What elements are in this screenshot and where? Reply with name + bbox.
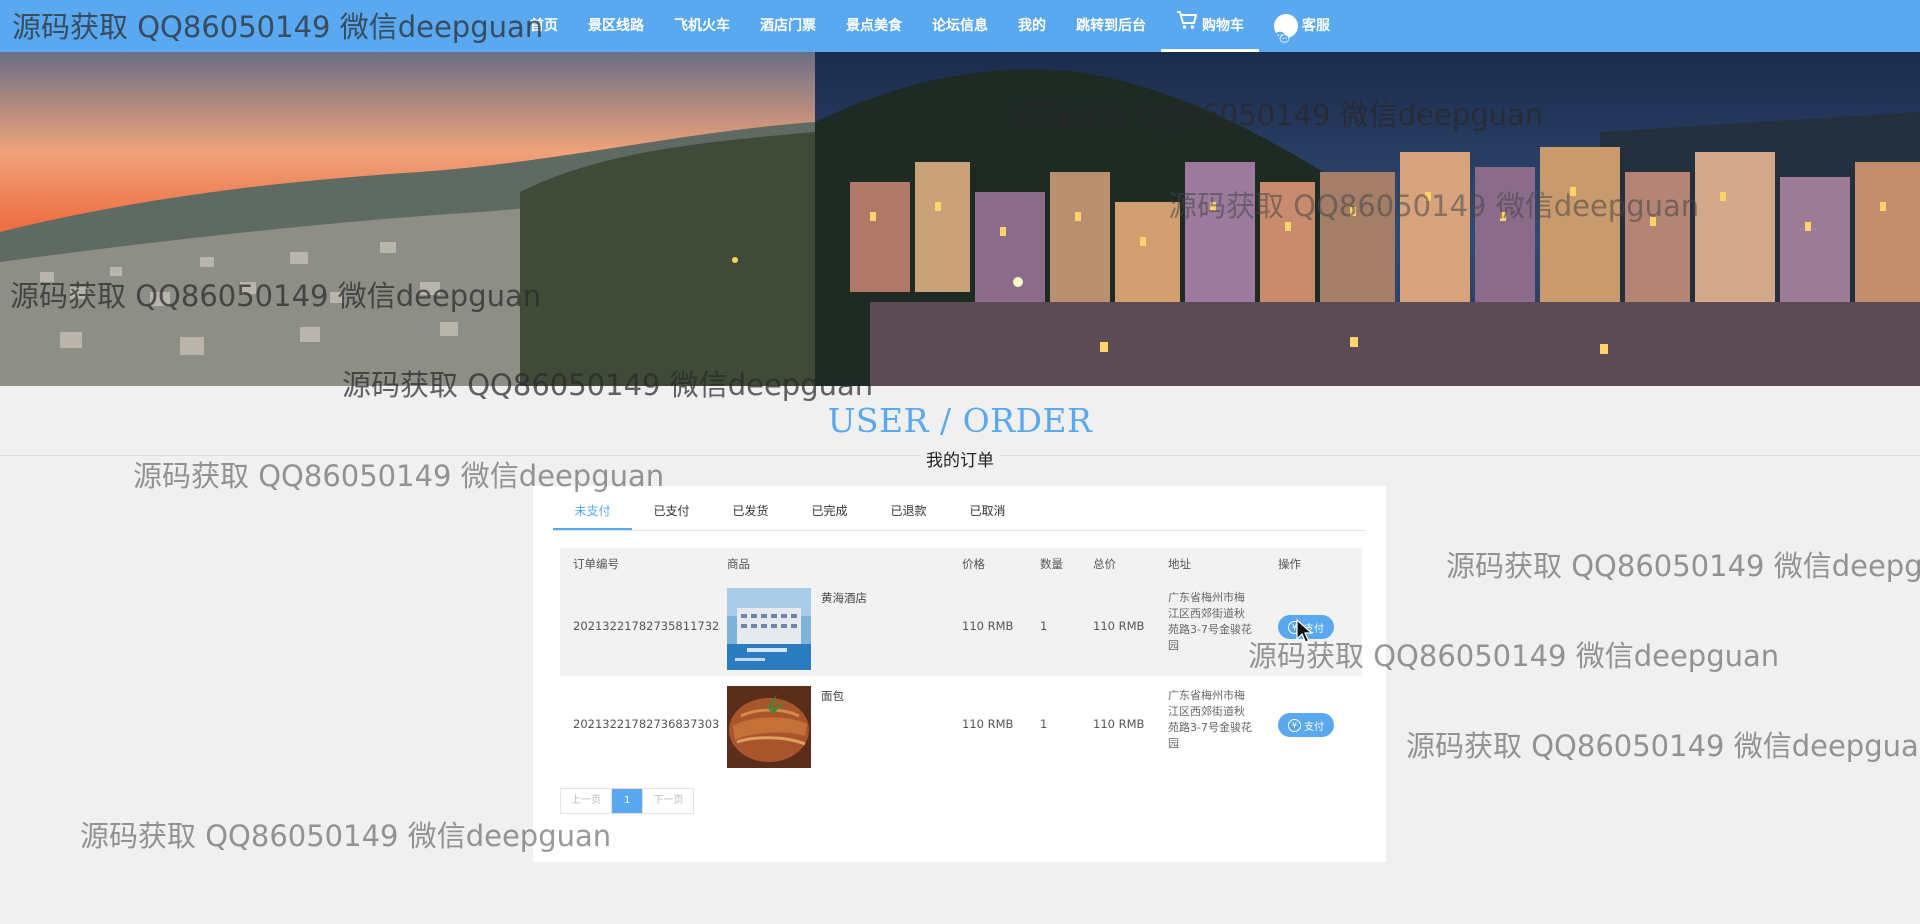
nav-item-label: 客服 [1302,18,1330,34]
order-panel: 未支付 已支付 已发货 已完成 已退款 已取消 订单编号 商品 价格 数量 总价… [533,486,1386,862]
order-table: 订单编号 商品 价格 数量 总价 地址 操作 20213221782735811… [560,548,1362,774]
column-header-goods: 商品 [727,557,750,571]
nav-item-label: 景点美食 [846,18,902,34]
order-number: 20213221782735811732 [573,619,720,633]
banner-image [0,52,1920,386]
nav-item-admin[interactable]: 跳转到后台 [1061,0,1161,52]
nav-item-cart[interactable]: 购物车 [1161,0,1259,52]
top-nav: 首页 景区线路 飞机火车 酒店门票 景点美食 论坛信息 我的 跳转到后台 购物车 [0,0,1920,52]
product-name[interactable]: 面包 [821,688,844,704]
mouse-cursor-icon [1296,619,1314,643]
nav-item-mine[interactable]: 我的 [1003,0,1061,52]
table-row: 20213221782735811732 黄海酒店 110 RMB 1 110 … [560,578,1362,676]
watermark: 源码获取 QQ86050149 微信deepguan [1406,729,1920,763]
product-image[interactable] [727,686,811,768]
quantity: 1 [1040,717,1048,731]
nav-item-forum[interactable]: 论坛信息 [917,0,1003,52]
address: 广东省梅州市梅江区西郊街道秋苑路3-7号金骏花园 [1168,689,1252,750]
current-page-button[interactable]: 1 [611,789,643,813]
yen-icon: ¥ [1288,718,1301,732]
column-header-price: 价格 [962,557,985,571]
pagination: 上一页 1 下一页 [560,788,695,814]
nav-item-label: 跳转到后台 [1076,18,1146,34]
nav-menu: 首页 景区线路 飞机火车 酒店门票 景点美食 论坛信息 我的 跳转到后台 购物车 [515,0,1345,52]
tab-unpaid[interactable]: 未支付 [553,498,632,530]
column-header-address: 地址 [1168,557,1191,571]
nav-item-home[interactable]: 首页 [515,0,573,52]
price: 110 RMB [962,717,1014,731]
page-title-en: USER / ORDER [827,401,1093,440]
nav-item-label: 首页 [530,18,558,34]
nav-item-customer-service[interactable]: 客服 [1259,0,1345,52]
nav-item-label: 飞机火车 [674,18,730,34]
column-header-quantity: 数量 [1040,557,1063,571]
next-page-button[interactable]: 下一页 [642,789,693,813]
nav-item-label: 购物车 [1202,18,1244,34]
tab-cancelled[interactable]: 已取消 [948,498,1027,530]
pay-button[interactable]: ¥ 支付 [1278,713,1334,737]
order-number: 20213221782736837303 [573,717,720,731]
page-title: 我的订单 [0,446,1920,471]
tab-refunded[interactable]: 已退款 [869,498,948,530]
nav-item-flights-trains[interactable]: 飞机火车 [659,0,745,52]
column-header-order-no: 订单编号 [573,557,619,571]
price: 110 RMB [962,619,1014,633]
watermark: 源码获取 QQ86050149 微信deepguan [1446,549,1920,583]
nav-item-label: 酒店门票 [760,18,816,34]
product-name[interactable]: 黄海酒店 [821,590,867,606]
product-image[interactable] [727,588,811,670]
column-header-action: 操作 [1278,557,1301,571]
prev-page-button[interactable]: 上一页 [561,789,611,813]
page-header: USER / ORDER 我的订单 [0,386,1920,471]
nav-item-label: 景区线路 [588,18,644,34]
nav-item-label: 我的 [1018,18,1046,34]
table-row: 20213221782736837303 面包 110 RMB 1 110 RM… [560,676,1362,774]
quantity: 1 [1040,619,1048,633]
nav-item-scenic-routes[interactable]: 景区线路 [573,0,659,52]
nav-item-attractions-food[interactable]: 景点美食 [831,0,917,52]
order-status-tabs: 未支付 已支付 已发货 已完成 已退款 已取消 [553,498,1366,531]
nav-item-label: 论坛信息 [932,18,988,34]
nav-item-hotel-tickets[interactable]: 酒店门票 [745,0,831,52]
tab-shipped[interactable]: 已发货 [711,498,790,530]
tab-completed[interactable]: 已完成 [790,498,869,530]
pay-button-label: 支付 [1304,721,1324,733]
total-price: 110 RMB [1093,717,1145,731]
cart-icon [1176,0,1198,52]
column-header-total: 总价 [1093,557,1116,571]
customer-service-icon [1274,14,1298,43]
tab-paid[interactable]: 已支付 [632,498,711,530]
total-price: 110 RMB [1093,619,1145,633]
page-title-text: 我的订单 [920,451,1000,471]
table-header: 订单编号 商品 价格 数量 总价 地址 操作 [560,548,1362,578]
address: 广东省梅州市梅江区西郊街道秋苑路3-7号金骏花园 [1168,591,1252,652]
watermark: 源码获取 QQ86050149 微信deepguan [80,819,612,853]
